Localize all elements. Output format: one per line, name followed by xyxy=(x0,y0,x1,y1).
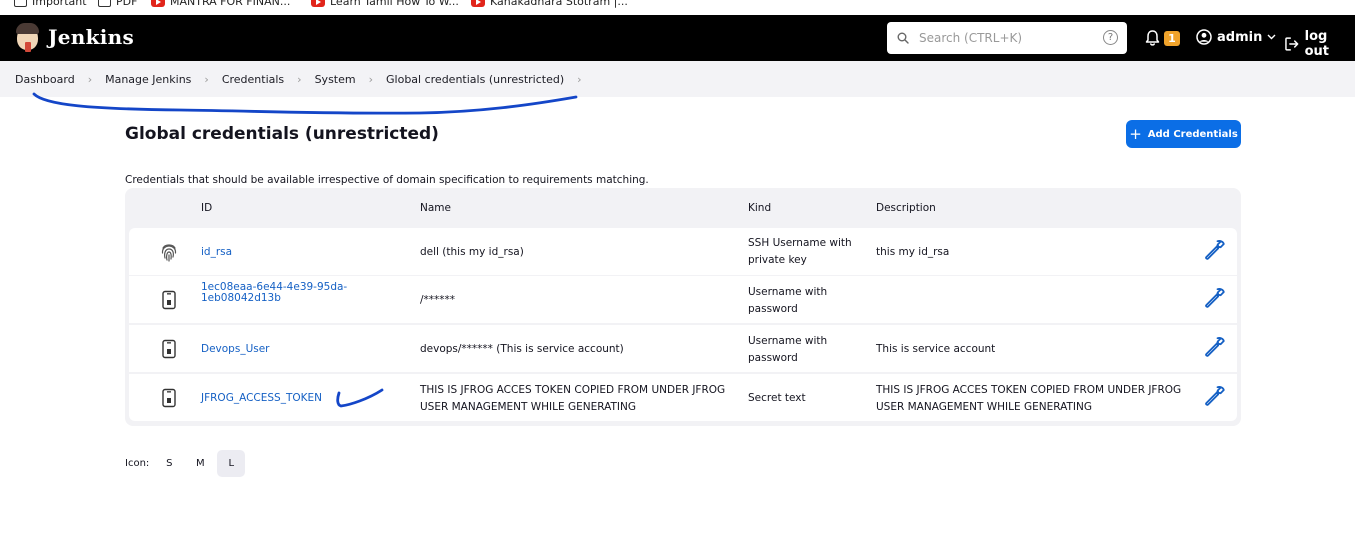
credential-name: devops/****** (This is service account) xyxy=(420,343,624,355)
youtube-icon xyxy=(471,0,485,7)
bookmark-learn-tamil[interactable]: Learn Tamil How To W... xyxy=(311,0,459,8)
icon-size-selector: Icon: S M L xyxy=(125,450,248,477)
youtube-icon xyxy=(311,0,325,7)
jenkins-butler-icon xyxy=(14,22,41,52)
column-header-name[interactable]: Name xyxy=(420,202,451,214)
icon-size-medium[interactable]: M xyxy=(186,450,214,477)
phone-badge-icon xyxy=(162,290,176,310)
page-description: Credentials that should be available irr… xyxy=(125,174,649,186)
jenkins-logo[interactable]: Jenkins xyxy=(14,22,134,52)
bookmark-kanakadhara[interactable]: Kanakadhara Stotram |... xyxy=(471,0,628,8)
chevron-right-icon[interactable]: › xyxy=(577,73,581,86)
breadcrumb: Dashboard › Manage Jenkins › Credentials… xyxy=(0,61,1355,97)
folder-icon xyxy=(14,0,27,7)
breadcrumb-dashboard[interactable]: Dashboard xyxy=(15,73,75,86)
user-menu[interactable]: admin xyxy=(1196,29,1276,45)
credential-kind: password xyxy=(748,352,798,364)
logout-label: log out xyxy=(1304,29,1330,59)
fingerprint-icon xyxy=(161,244,177,262)
youtube-icon xyxy=(151,0,165,7)
table-row: JFROG_ACCESS_TOKEN THIS IS JFROG ACCES T… xyxy=(129,374,1237,421)
bookmark-mantra[interactable]: MANTRA FOR FINAN... xyxy=(151,0,290,8)
notification-count-badge[interactable]: 1 xyxy=(1164,31,1180,46)
wrench-icon[interactable] xyxy=(1203,286,1227,310)
column-header-id[interactable]: ID xyxy=(201,202,212,214)
phone-badge-icon xyxy=(162,339,176,359)
credential-id-link[interactable]: 1eb08042d13b xyxy=(201,290,281,306)
credential-id-link[interactable]: Devops_User xyxy=(201,341,270,357)
credential-id-link[interactable]: id_rsa xyxy=(201,244,232,260)
wrench-icon[interactable] xyxy=(1203,384,1227,408)
table-header: ID Name Kind Description xyxy=(125,188,1241,228)
icon-size-large[interactable]: L xyxy=(217,450,246,477)
credential-name: THIS IS JFROG ACCES TOKEN COPIED FROM UN… xyxy=(420,384,726,396)
icon-size-small[interactable]: S xyxy=(155,450,183,477)
add-credentials-label: Add Credentials xyxy=(1147,128,1238,140)
app-name: Jenkins xyxy=(48,25,135,49)
user-name: admin xyxy=(1217,29,1263,45)
bookmarks-bar: Important PDF MANTRA FOR FINAN... Learn … xyxy=(0,0,1355,15)
breadcrumb-credentials[interactable]: Credentials xyxy=(222,73,284,86)
credential-description: USER MANAGEMENT WHILE GENERATING xyxy=(876,401,1092,413)
table-row: 1ec08eaa-6e44-4e39-95da- 1eb08042d13b /*… xyxy=(129,276,1237,323)
credential-name: dell (this my id_rsa) xyxy=(420,246,524,258)
bookmark-important[interactable]: Important xyxy=(14,0,87,8)
icon-size-label: Icon: xyxy=(125,458,150,469)
chevron-right-icon: › xyxy=(204,72,209,86)
plus-icon: + xyxy=(1129,125,1142,143)
credential-name: /****** xyxy=(420,294,456,306)
top-header: Jenkins ? 1 admin log out xyxy=(0,15,1355,61)
column-header-kind[interactable]: Kind xyxy=(748,202,771,214)
credential-kind: password xyxy=(748,303,798,315)
credential-kind: SSH Username with xyxy=(748,237,852,249)
logout-icon xyxy=(1285,37,1299,51)
chevron-down-icon xyxy=(1267,34,1276,40)
credential-kind: Username with xyxy=(748,286,828,298)
bookmark-pdf[interactable]: PDF xyxy=(98,0,137,8)
credential-description: THIS IS JFROG ACCES TOKEN COPIED FROM UN… xyxy=(876,384,1182,396)
credential-id-link[interactable]: JFROG_ACCESS_TOKEN xyxy=(201,390,322,406)
wrench-icon[interactable] xyxy=(1203,238,1227,262)
credential-kind: private key xyxy=(748,254,807,266)
search-box[interactable]: ? xyxy=(887,22,1127,54)
credential-description: this my id_rsa xyxy=(876,246,950,258)
page-title: Global credentials (unrestricted) xyxy=(125,124,439,144)
logout-link[interactable]: log out xyxy=(1284,29,1355,59)
credential-description: This is service account xyxy=(876,343,996,355)
chevron-right-icon: › xyxy=(87,72,93,86)
notification-bell-icon[interactable] xyxy=(1144,29,1161,47)
add-credentials-button[interactable]: + Add Credentials xyxy=(1126,120,1241,148)
credential-name: USER MANAGEMENT WHILE GENERATING xyxy=(420,401,636,413)
chevron-right-icon: › xyxy=(297,72,302,86)
table-row: Devops_User devops/****** (This is servi… xyxy=(129,325,1237,372)
phone-badge-icon xyxy=(162,388,176,408)
wrench-icon[interactable] xyxy=(1203,335,1227,359)
column-header-description[interactable]: Description xyxy=(876,202,936,214)
breadcrumb-global-credentials[interactable]: Global credentials (unrestricted) xyxy=(386,73,564,86)
credential-kind: Secret text xyxy=(748,392,806,404)
help-icon[interactable]: ? xyxy=(1103,30,1118,45)
credentials-table: ID Name Kind Description id_rsa dell (th… xyxy=(125,188,1241,426)
breadcrumb-system[interactable]: System xyxy=(315,73,356,86)
user-avatar-icon xyxy=(1196,29,1212,45)
breadcrumb-manage-jenkins[interactable]: Manage Jenkins xyxy=(105,73,191,86)
chevron-right-icon: › xyxy=(368,72,374,86)
search-input[interactable] xyxy=(919,26,1089,50)
search-icon xyxy=(897,32,909,44)
table-row: id_rsa dell (this my id_rsa) SSH Usernam… xyxy=(129,228,1237,275)
folder-icon xyxy=(98,0,111,7)
credential-kind: Username with xyxy=(748,335,828,347)
